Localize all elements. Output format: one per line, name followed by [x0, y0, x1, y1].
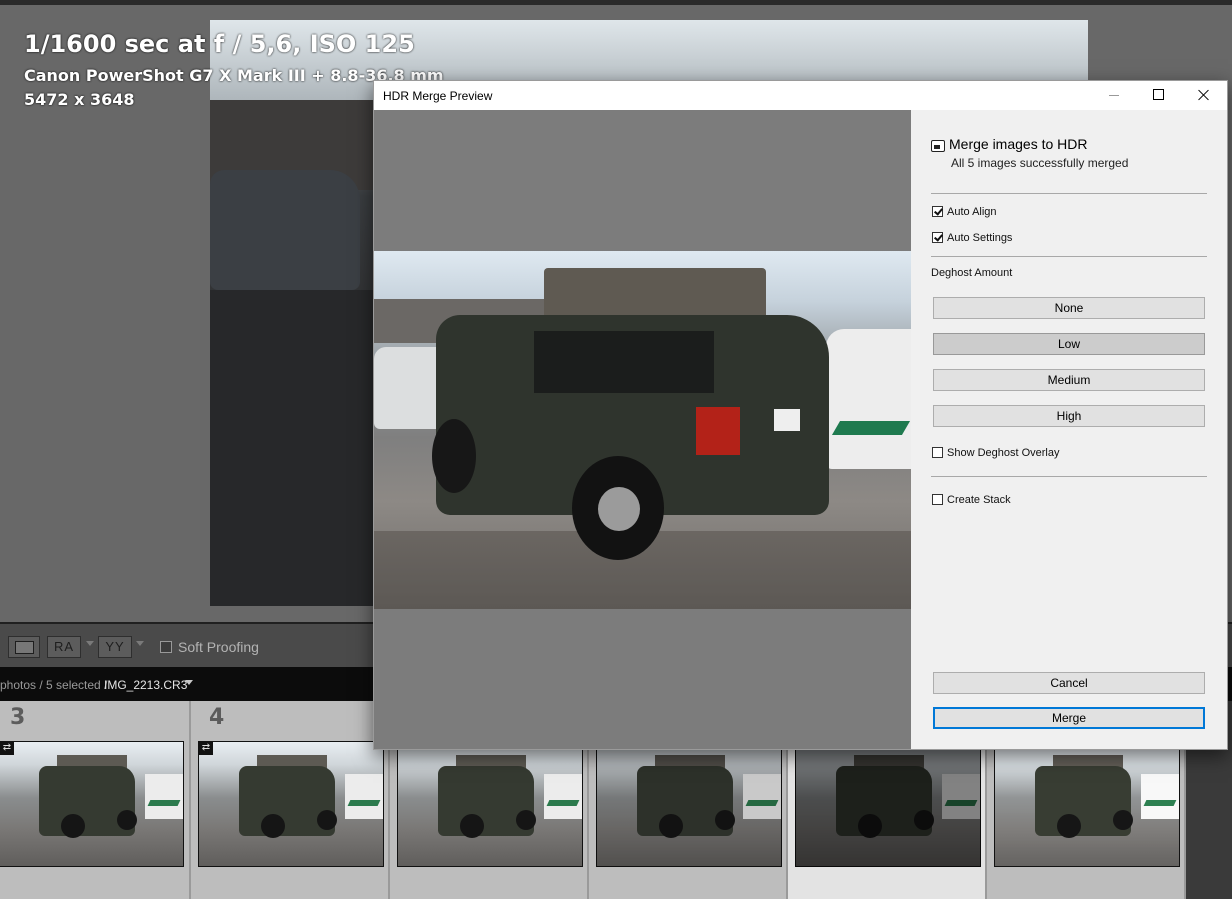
image-icon: [931, 140, 945, 152]
deghost-low-button[interactable]: Low: [933, 333, 1205, 355]
auto-align-label[interactable]: Auto Align: [947, 206, 997, 218]
current-filename[interactable]: IMG_2213.CR3: [104, 678, 187, 692]
before-after-ra-button[interactable]: RA: [47, 636, 81, 658]
loupe-view-button[interactable]: [8, 636, 40, 658]
filmstrip-cell[interactable]: 4 ⇄: [191, 701, 390, 899]
dialog-title-bar[interactable]: HDR Merge Preview: [374, 81, 1227, 110]
thumbnail[interactable]: [397, 741, 583, 867]
loupe-icon: [15, 641, 34, 654]
maximize-icon[interactable]: [1153, 89, 1164, 100]
divider: [931, 256, 1207, 257]
auto-align-checkbox[interactable]: [932, 206, 943, 217]
deghost-none-button[interactable]: None: [933, 297, 1205, 319]
divider: [931, 193, 1207, 194]
photo-shadow: [210, 290, 375, 606]
thumbnail[interactable]: [0, 741, 184, 867]
deghost-amount-label: Deghost Amount: [931, 267, 1013, 279]
merge-options-panel: Merge images to HDR All 5 images success…: [911, 110, 1227, 749]
merge-button[interactable]: Merge: [933, 707, 1205, 729]
dialog-title: HDR Merge Preview: [383, 89, 493, 103]
filmstrip-cell[interactable]: 3 ⇄: [0, 701, 191, 899]
cell-number: 4: [209, 705, 225, 730]
show-deghost-overlay-checkbox[interactable]: [932, 447, 943, 458]
deghost-high-button[interactable]: High: [933, 405, 1205, 427]
cell-number: 3: [10, 705, 26, 730]
thumbnail[interactable]: [198, 741, 384, 867]
deghost-medium-button[interactable]: Medium: [933, 369, 1205, 391]
thumbnail[interactable]: [994, 741, 1180, 867]
photo-car: [210, 170, 360, 290]
yy-chevron-down-icon[interactable]: [136, 641, 144, 646]
auto-settings-label[interactable]: Auto Settings: [947, 232, 1012, 244]
merge-heading: Merge images to HDR: [949, 136, 1088, 152]
show-deghost-overlay-label[interactable]: Show Deghost Overlay: [947, 447, 1060, 459]
hdr-preview-image: [374, 251, 911, 609]
soft-proofing-label: Soft Proofing: [178, 639, 259, 655]
create-stack-checkbox[interactable]: [932, 494, 943, 505]
folder-path[interactable]: photos / 5 selected /: [0, 678, 107, 692]
stack-badge-icon: ⇄: [0, 741, 14, 755]
thumbnail[interactable]: [596, 741, 782, 867]
ra-chevron-down-icon[interactable]: [86, 641, 94, 646]
stack-badge-icon: ⇄: [199, 741, 213, 755]
divider: [931, 476, 1207, 477]
before-after-yy-button[interactable]: YY: [98, 636, 132, 658]
close-icon[interactable]: [1194, 85, 1214, 105]
create-stack-label[interactable]: Create Stack: [947, 494, 1011, 506]
cancel-button[interactable]: Cancel: [933, 672, 1205, 694]
filename-chevron-down-icon[interactable]: [185, 680, 193, 685]
exposure-info: 1/1600 sec at f / 5,6, ISO 125: [24, 30, 415, 58]
minimize-icon[interactable]: [1109, 95, 1119, 96]
thumbnail[interactable]: [795, 741, 981, 867]
merge-status: All 5 images successfully merged: [951, 156, 1129, 170]
soft-proofing-checkbox[interactable]: [160, 641, 172, 653]
hdr-preview-pane: [374, 110, 911, 749]
auto-settings-checkbox[interactable]: [932, 232, 943, 243]
hdr-merge-dialog: HDR Merge Preview Merge images to HDR Al…: [373, 80, 1228, 750]
